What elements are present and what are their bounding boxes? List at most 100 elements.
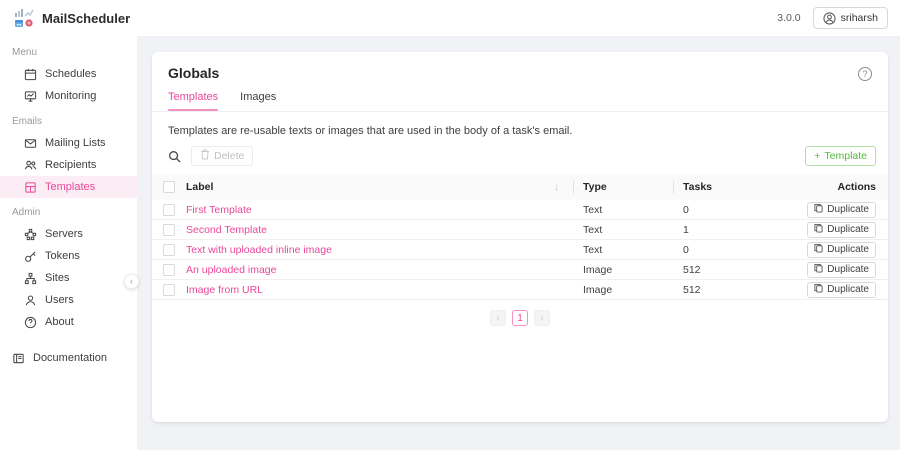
sidebar-item-monitoring[interactable]: Monitoring <box>0 85 137 107</box>
row-checkbox[interactable] <box>163 283 175 296</box>
template-type: Text <box>583 223 603 236</box>
pagination-next-button[interactable]: › <box>534 310 550 326</box>
sidebar-item-label: Servers <box>45 228 83 240</box>
sidebar-item-label: Templates <box>45 181 96 193</box>
template-label-link[interactable]: Image from URL <box>186 284 573 296</box>
column-header-type[interactable]: Type <box>573 174 673 200</box>
app-root: MailScheduler 3.0.0 sriharsh Menu Schedul… <box>0 0 900 450</box>
delete-button[interactable]: Delete <box>191 146 254 166</box>
column-header-label[interactable]: Label <box>186 181 213 193</box>
app-version: 3.0.0 <box>777 12 801 24</box>
sidebar-section-label: Emails <box>12 116 43 127</box>
description-text: Templates are re-usable texts or images … <box>168 125 573 137</box>
monitor-icon <box>24 90 37 103</box>
sidebar-item-label: Schedules <box>45 68 97 80</box>
sidebar-item-label: About <box>45 316 74 328</box>
table-row: Second Template Text 1 Duplicate <box>152 220 888 240</box>
trash-icon <box>200 149 210 163</box>
template-type: Text <box>583 243 603 256</box>
table-toolbar: Delete + Template <box>152 137 888 174</box>
add-template-label: Template <box>824 150 867 162</box>
sidebar-item-recipients[interactable]: Recipients <box>0 154 137 176</box>
sidebar-item-label: Mailing Lists <box>45 137 106 149</box>
row-checkbox[interactable] <box>163 243 175 256</box>
template-tasks-count: 0 <box>683 203 689 216</box>
pagination-prev-button[interactable]: ‹ <box>490 310 506 326</box>
template-type: Text <box>583 203 603 216</box>
row-checkbox[interactable] <box>163 203 175 216</box>
duplicate-button[interactable]: Duplicate <box>807 201 876 218</box>
table-header-row: Label ↓ Type Tasks Actions <box>152 174 888 200</box>
plus-icon: + <box>814 150 821 162</box>
user-avatar-icon <box>823 11 836 25</box>
row-checkbox[interactable] <box>163 263 175 276</box>
key-icon <box>24 250 37 263</box>
duplicate-label: Duplicate <box>827 264 869 275</box>
table-row: An uploaded image Image 512 Duplicate <box>152 260 888 280</box>
sidebar-item-about[interactable]: About <box>0 311 137 333</box>
duplicate-label: Duplicate <box>827 284 869 295</box>
user-menu-button[interactable]: sriharsh <box>812 7 888 29</box>
template-tasks-count: 512 <box>683 263 701 276</box>
template-tasks-count: 1 <box>683 223 689 236</box>
duplicate-button[interactable]: Duplicate <box>807 221 876 238</box>
select-all-checkbox[interactable] <box>163 181 175 193</box>
sidebar-item-label: Monitoring <box>45 90 97 102</box>
app-header: MailScheduler 3.0.0 sriharsh <box>0 0 900 36</box>
duplicate-button[interactable]: Duplicate <box>807 281 876 298</box>
calendar-icon <box>24 68 37 81</box>
tab-bar: Templates Images <box>152 91 888 112</box>
duplicate-label: Duplicate <box>827 244 869 255</box>
duplicate-label: Duplicate <box>827 204 869 215</box>
duplicate-button[interactable]: Duplicate <box>807 261 876 278</box>
column-header-actions: Actions <box>837 181 876 193</box>
sort-descending-icon[interactable]: ↓ <box>554 182 573 193</box>
add-template-button[interactable]: + Template <box>805 146 876 166</box>
sidebar-item-label: Sites <box>45 272 70 284</box>
search-icon[interactable] <box>168 150 181 163</box>
template-type: Image <box>583 263 613 276</box>
sidebar-item-label: Tokens <box>45 250 80 262</box>
user-name: sriharsh <box>840 12 878 24</box>
globals-card: Globals ? Templates Images Templates are … <box>152 52 888 422</box>
team-icon <box>24 159 37 172</box>
app-title: MailScheduler <box>42 10 131 26</box>
sidebar-item-templates[interactable]: Templates <box>0 176 137 198</box>
templates-table: Label ↓ Type Tasks Actions First Templat… <box>152 174 888 300</box>
copy-icon <box>814 223 823 236</box>
sidebar-item-servers[interactable]: Servers <box>0 223 137 245</box>
tab-images[interactable]: Images <box>240 91 276 111</box>
sidebar-collapse-button[interactable]: ‹ <box>124 274 139 289</box>
duplicate-button[interactable]: Duplicate <box>807 241 876 258</box>
template-tasks-count: 0 <box>683 243 689 256</box>
template-label-link[interactable]: An uploaded image <box>186 264 573 276</box>
sidebar-item-schedules[interactable]: Schedules <box>0 63 137 85</box>
table-row: Text with uploaded inline image Text 0 D… <box>152 240 888 260</box>
sidebar-item-label: Recipients <box>45 159 97 171</box>
row-checkbox[interactable] <box>163 223 175 236</box>
cluster-icon <box>24 228 37 241</box>
sidebar-item-users[interactable]: Users <box>0 289 137 311</box>
sidebar-item-documentation[interactable]: Documentation <box>0 347 137 369</box>
sidebar-item-tokens[interactable]: Tokens <box>0 245 137 267</box>
question-icon <box>24 316 37 329</box>
copy-icon <box>814 263 823 276</box>
sitemap-icon <box>24 272 37 285</box>
template-label-link[interactable]: Text with uploaded inline image <box>186 244 573 256</box>
copy-icon <box>814 283 823 296</box>
copy-icon <box>814 203 823 216</box>
sidebar-item-label: Documentation <box>33 352 107 364</box>
column-header-tasks[interactable]: Tasks <box>673 174 773 200</box>
template-type: Image <box>583 283 613 296</box>
duplicate-label: Duplicate <box>827 224 869 235</box>
help-icon[interactable]: ? <box>858 67 872 81</box>
content-area: Globals ? Templates Images Templates are … <box>137 36 900 450</box>
pagination-page-1-button[interactable]: 1 <box>512 310 528 326</box>
sidebar-item-sites[interactable]: Sites <box>0 267 137 289</box>
template-label-link[interactable]: Second Template <box>186 224 573 236</box>
template-label-link[interactable]: First Template <box>186 204 573 216</box>
tab-templates[interactable]: Templates <box>168 91 219 111</box>
sidebar: Menu Schedules Monitoring Emails Mailing Lis… <box>0 36 137 450</box>
sidebar-item-mailing-lists[interactable]: Mailing Lists <box>0 132 137 154</box>
sidebar-item-label: Users <box>45 294 74 306</box>
